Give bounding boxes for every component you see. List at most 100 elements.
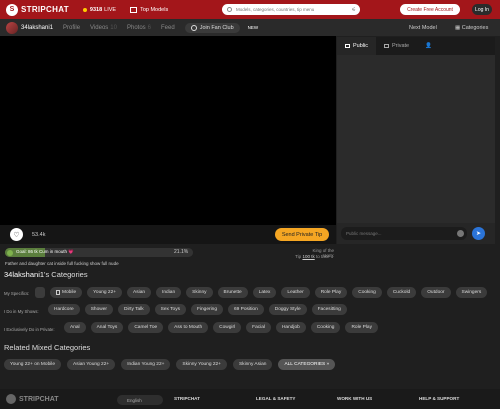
category-chip[interactable]: Latex	[252, 287, 277, 298]
tab-users[interactable]: 👤	[417, 37, 440, 55]
public-message-input[interactable]: Public message...	[341, 227, 467, 240]
category-chip[interactable]: Cooking	[352, 287, 382, 298]
trophy-icon	[130, 6, 138, 13]
category-chip[interactable]: Hardcore	[48, 304, 80, 315]
language-select[interactable]: English	[117, 395, 163, 405]
chat-messages	[337, 55, 495, 223]
related-chip[interactable]: Skinny Young 22+	[176, 359, 227, 370]
category-chip[interactable]: Cuckold	[386, 287, 417, 298]
category-chip[interactable]: Cooking	[310, 322, 341, 333]
footer-col-work[interactable]: WORK WITH US	[337, 396, 372, 401]
category-chip[interactable]: Ass to Mouth	[168, 322, 209, 333]
category-chip[interactable]: Facesitting	[311, 304, 347, 315]
goal-text: Goal: 86 tk Cum in mouth 💗	[16, 249, 74, 254]
footer-col-legal[interactable]: LEGAL & SAFETY	[256, 396, 295, 401]
tab-videos[interactable]: Videos 10	[90, 25, 117, 31]
category-chip[interactable]: 69 Position	[228, 304, 264, 315]
send-private-tip-button[interactable]: Send Private Tip	[275, 228, 329, 241]
category-chip[interactable]: Role Play	[314, 287, 348, 298]
player-controls: ♡ 53.4k Send Private Tip	[0, 225, 336, 244]
category-chip-empty[interactable]	[35, 287, 45, 298]
king-tip-line: Tip 100 tk to take it	[283, 254, 333, 259]
site-logo[interactable]: S STRIPCHAT	[6, 3, 69, 16]
category-chip[interactable]: Camel Toe	[128, 322, 164, 333]
live-counter[interactable]: 9318 LIVE	[82, 6, 117, 13]
category-chip[interactable]: Outdoor	[421, 287, 451, 298]
tab-public-chat[interactable]: Public	[337, 37, 376, 55]
chat-bubble-icon	[345, 44, 350, 48]
top-models-link[interactable]: Top Models	[130, 6, 169, 13]
chip-label: Mobile	[62, 290, 77, 295]
categories-link[interactable]: ▦ Categories	[455, 25, 488, 31]
king-tip-prefix: Tip	[295, 254, 302, 259]
category-chip[interactable]: Mobile	[50, 287, 83, 298]
create-account-button[interactable]: Create Free Account	[400, 4, 460, 15]
related-chip[interactable]: Indian Young 22+	[121, 359, 171, 370]
search-bar[interactable]: ⚟	[222, 4, 360, 15]
category-chip[interactable]: Young 22+	[87, 287, 123, 298]
category-chip[interactable]: Indian	[156, 287, 182, 298]
tab-public-label: Public	[353, 43, 368, 49]
filter-icon[interactable]: ⚟	[352, 7, 356, 13]
category-chip[interactable]: Sex Toys	[154, 304, 187, 315]
next-model-link[interactable]: Next Model	[409, 25, 437, 31]
category-chip[interactable]: Skinny	[186, 287, 213, 298]
related-chip[interactable]: Asian Young 22+	[67, 359, 116, 370]
search-icon	[227, 7, 232, 12]
join-fan-club-button[interactable]: Join Fan Club	[184, 22, 240, 33]
category-chip[interactable]: Leather	[281, 287, 310, 298]
likes-count: 53.4k	[32, 231, 46, 238]
related-chip[interactable]: Skinny Asian	[232, 359, 273, 370]
goal-icon	[7, 249, 13, 256]
tab-profile[interactable]: Profile	[63, 25, 80, 31]
related-chip[interactable]: Young 22+ on Mobile	[4, 359, 62, 370]
category-chip[interactable]: Fingering	[191, 304, 224, 315]
category-chip[interactable]: Anal	[64, 322, 86, 333]
new-badge: NEW	[247, 24, 259, 30]
category-chip[interactable]: Facial	[246, 322, 271, 333]
category-chip[interactable]: Asian	[127, 287, 152, 298]
avatar[interactable]	[6, 21, 18, 34]
top-models-label: Top Models	[140, 6, 169, 13]
live-label: LIVE	[104, 6, 117, 13]
logo-icon: S	[6, 3, 18, 16]
category-chip[interactable]: Doggy Style	[268, 304, 307, 315]
category-chip[interactable]: Brunette	[217, 287, 248, 298]
tab-feed[interactable]: Feed	[161, 25, 175, 31]
heart-icon	[190, 24, 197, 31]
king-tip-amount[interactable]: 100 tk	[302, 254, 314, 259]
send-message-button[interactable]: ➤	[472, 227, 485, 240]
footer-col-stripchat[interactable]: STRIPCHAT	[174, 396, 200, 401]
login-button[interactable]: Log In	[472, 4, 492, 15]
video-player[interactable]	[0, 36, 336, 225]
row-label-specifics: My Specifics:	[4, 291, 30, 296]
category-chip[interactable]: Anal Toys	[90, 322, 124, 333]
tab-videos-count: 10	[110, 24, 117, 31]
mobile-icon	[56, 290, 60, 295]
categories-heading-user: 34lakshani1	[4, 270, 45, 279]
tab-photos-count: 6	[147, 24, 152, 31]
search-input[interactable]	[236, 7, 346, 12]
model-username[interactable]: 34lakshani1	[21, 25, 53, 31]
all-categories-button[interactable]: ALL CATEGORIES »	[278, 359, 336, 370]
category-chip[interactable]: Swingers	[455, 287, 488, 298]
goal-bar: Goal: 86 tk Cum in mouth 💗	[5, 248, 193, 257]
footer-col-help[interactable]: HELP & SUPPORT	[419, 396, 459, 401]
chat-input-row: Public message... ➤	[337, 223, 495, 244]
footer-logo[interactable]: STRIPCHAT	[6, 394, 59, 404]
category-chip[interactable]: Cowgirl	[213, 322, 242, 333]
category-chip[interactable]: Role Play	[345, 322, 378, 333]
brand-name: STRIPCHAT	[21, 5, 69, 14]
tab-photos[interactable]: Photos 6	[127, 25, 151, 31]
king-tip-suffix: to take it	[315, 254, 333, 259]
emoji-icon[interactable]	[457, 230, 464, 237]
category-chip[interactable]: Handjob	[275, 322, 306, 333]
tab-private-label: Private	[391, 43, 410, 49]
tab-feed-label: Feed	[161, 24, 175, 31]
category-chip[interactable]: Shower	[84, 304, 113, 315]
tab-private-chat[interactable]: Private	[376, 37, 417, 55]
like-button[interactable]: ♡	[10, 228, 23, 241]
message-placeholder: Public message...	[346, 231, 382, 236]
chip-row-specifics: Mobile Young 22+ Asian Indian Skinny Bru…	[50, 287, 492, 298]
category-chip[interactable]: Dirty Talk	[118, 304, 150, 315]
